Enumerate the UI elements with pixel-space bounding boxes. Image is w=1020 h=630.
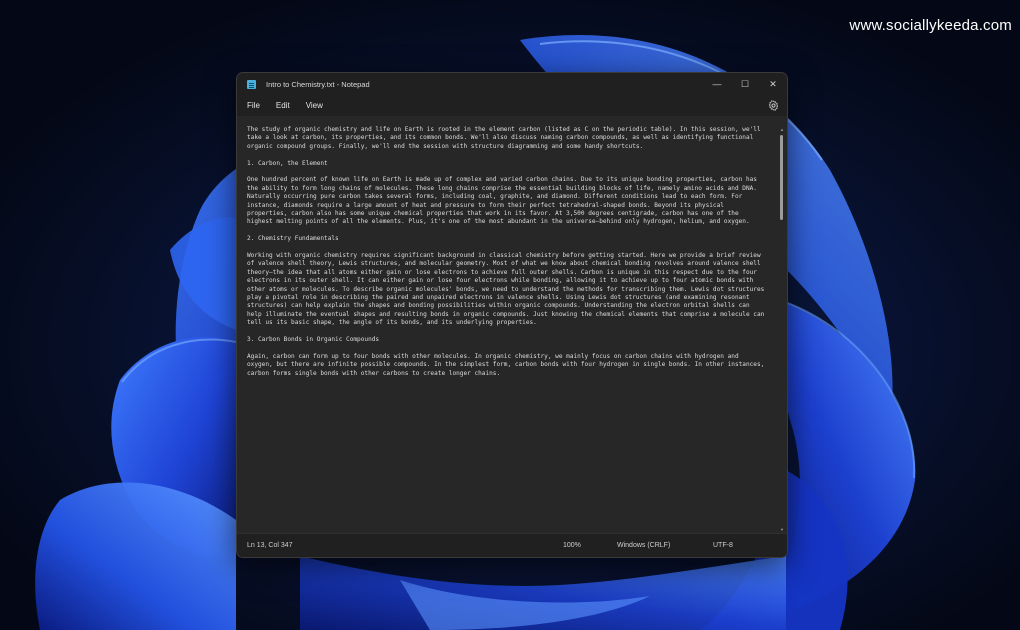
close-button[interactable]: ✕	[759, 73, 787, 95]
window-title: Intro to Chemistry.txt - Notepad	[266, 79, 370, 89]
document-text[interactable]: The study of organic chemistry and life …	[247, 126, 767, 526]
watermark-text: www.sociallykeeda.com	[849, 17, 1012, 34]
minimize-button[interactable]: —	[703, 73, 731, 95]
menu-view[interactable]: View	[306, 99, 330, 112]
scroll-down-arrow-icon[interactable]: ▼	[780, 528, 784, 532]
paragraph: Working with organic chemistry requires …	[247, 252, 765, 327]
paragraph: One hundred percent of known life on Ear…	[247, 176, 757, 226]
line-ending: Windows (CRLF)	[617, 542, 671, 549]
menu-bar: File Edit View	[237, 95, 787, 116]
vertical-scrollbar[interactable]: ▲ ▼	[780, 128, 784, 532]
maximize-button[interactable]: ☐	[731, 73, 759, 95]
menu-edit[interactable]: Edit	[276, 99, 297, 112]
title-bar[interactable]: Intro to Chemistry.txt - Notepad — ☐ ✕	[237, 73, 787, 95]
gear-icon	[768, 99, 778, 111]
zoom-level: 100%	[563, 542, 581, 549]
cursor-position: Ln 13, Col 347	[247, 542, 293, 549]
section-heading: 3. Carbon Bonds in Organic Compounds	[247, 336, 380, 344]
settings-button[interactable]	[767, 99, 779, 111]
status-bar: Ln 13, Col 347 100% Windows (CRLF) UTF-8	[237, 533, 787, 557]
scroll-up-arrow-icon[interactable]: ▲	[780, 128, 784, 132]
section-heading: 2. Chemistry Fundamentals	[247, 235, 339, 243]
encoding: UTF-8	[713, 542, 733, 549]
paragraph: The study of organic chemistry and life …	[247, 126, 761, 150]
scroll-thumb[interactable]	[780, 135, 783, 220]
text-editor[interactable]: The study of organic chemistry and life …	[237, 116, 787, 534]
paragraph: Again, carbon can form up to four bonds …	[247, 352, 765, 377]
notepad-icon	[247, 79, 256, 89]
menu-file[interactable]: File	[247, 99, 267, 112]
section-heading: 1. Carbon, the Element	[247, 159, 328, 167]
window-controls: — ☐ ✕	[703, 73, 787, 95]
notepad-window: Intro to Chemistry.txt - Notepad — ☐ ✕ F…	[236, 72, 788, 558]
